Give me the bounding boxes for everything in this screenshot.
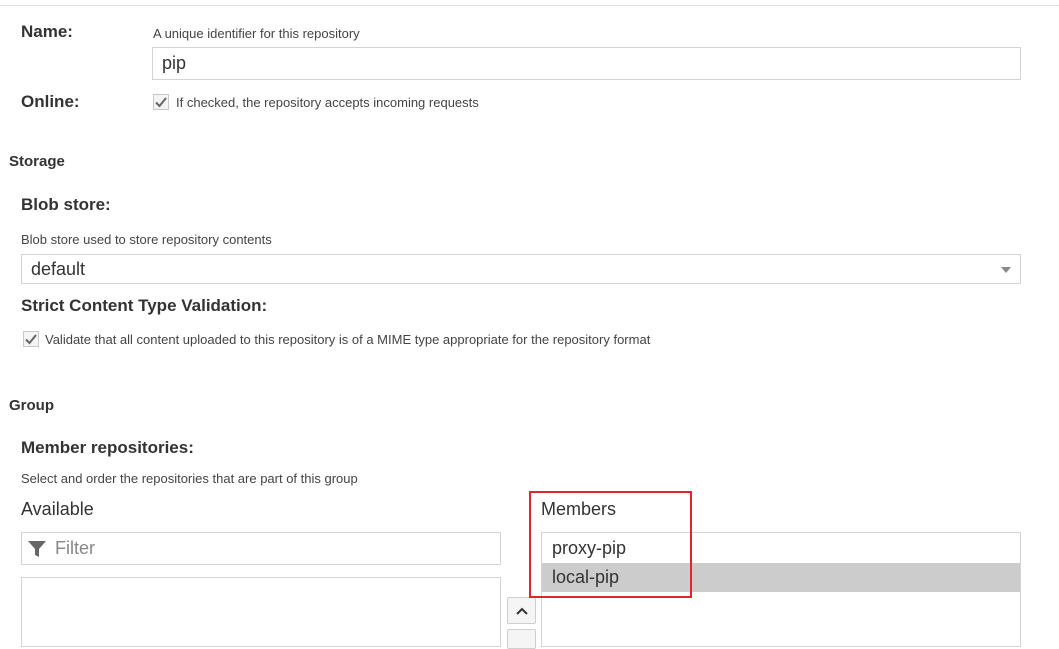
online-checkbox[interactable] (153, 94, 169, 110)
member-repositories-help-text: Select and order the repositories that a… (21, 471, 358, 486)
checkmark-icon (25, 334, 37, 345)
group-section-title: Group (9, 397, 54, 414)
top-divider (0, 5, 1059, 6)
chevron-up-icon (515, 607, 528, 615)
name-label: Name: (21, 22, 73, 41)
blob-store-label: Blob store: (21, 195, 111, 214)
strict-validation-checkbox[interactable] (23, 331, 39, 347)
available-listbox[interactable] (21, 577, 501, 647)
storage-section-title: Storage (9, 153, 65, 170)
move-up-button[interactable] (507, 597, 536, 624)
strict-validation-checkbox-label: Validate that all content uploaded to th… (45, 332, 651, 347)
available-filter[interactable] (21, 532, 501, 565)
checkmark-icon (155, 97, 167, 108)
online-label: Online: (21, 92, 80, 111)
move-down-button[interactable] (507, 629, 536, 649)
available-filter-input[interactable] (53, 537, 477, 560)
strict-validation-label: Strict Content Type Validation: (21, 296, 268, 315)
name-help-text: A unique identifier for this repository (153, 26, 360, 41)
blob-store-selected-value: default (31, 258, 86, 279)
online-checkbox-label: If checked, the repository accepts incom… (176, 95, 479, 110)
annotation-highlight-box (529, 491, 692, 598)
filter-icon (28, 540, 46, 557)
chevron-down-icon (1001, 267, 1011, 273)
name-input[interactable] (152, 47, 1021, 80)
blob-store-help-text: Blob store used to store repository cont… (21, 232, 272, 247)
member-repositories-label: Member repositories: (21, 438, 194, 457)
blob-store-select[interactable]: default (21, 254, 1021, 284)
available-list-title: Available (21, 499, 94, 519)
